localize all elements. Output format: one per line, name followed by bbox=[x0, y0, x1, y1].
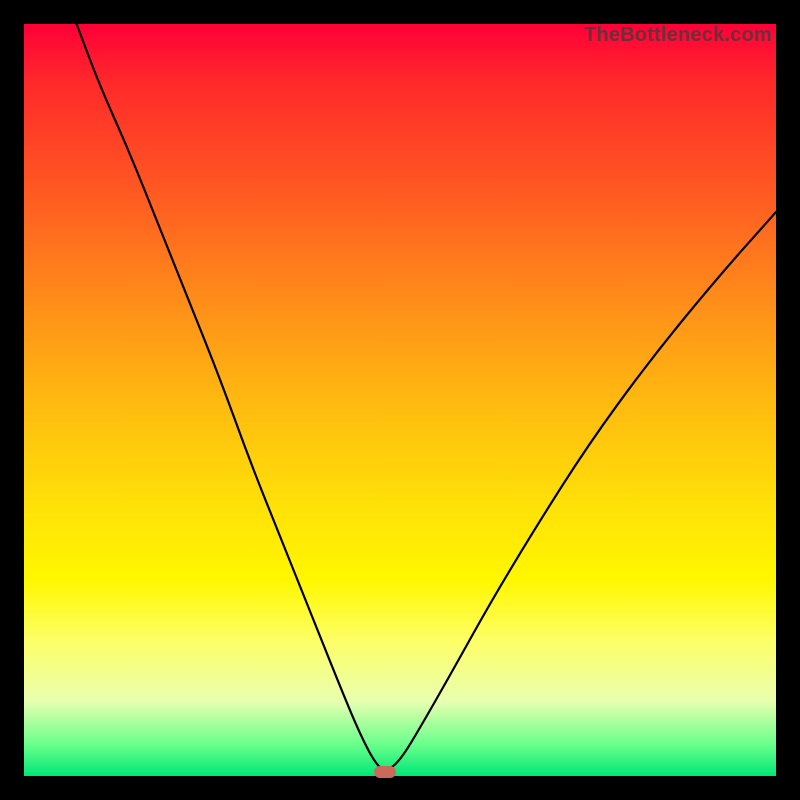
minimum-marker bbox=[374, 766, 396, 778]
chart-frame: TheBottleneck.com bbox=[0, 0, 800, 800]
bottleneck-curve bbox=[24, 24, 776, 776]
plot-area: TheBottleneck.com bbox=[24, 24, 776, 776]
curve-path bbox=[77, 24, 776, 769]
watermark-text: TheBottleneck.com bbox=[584, 24, 772, 47]
